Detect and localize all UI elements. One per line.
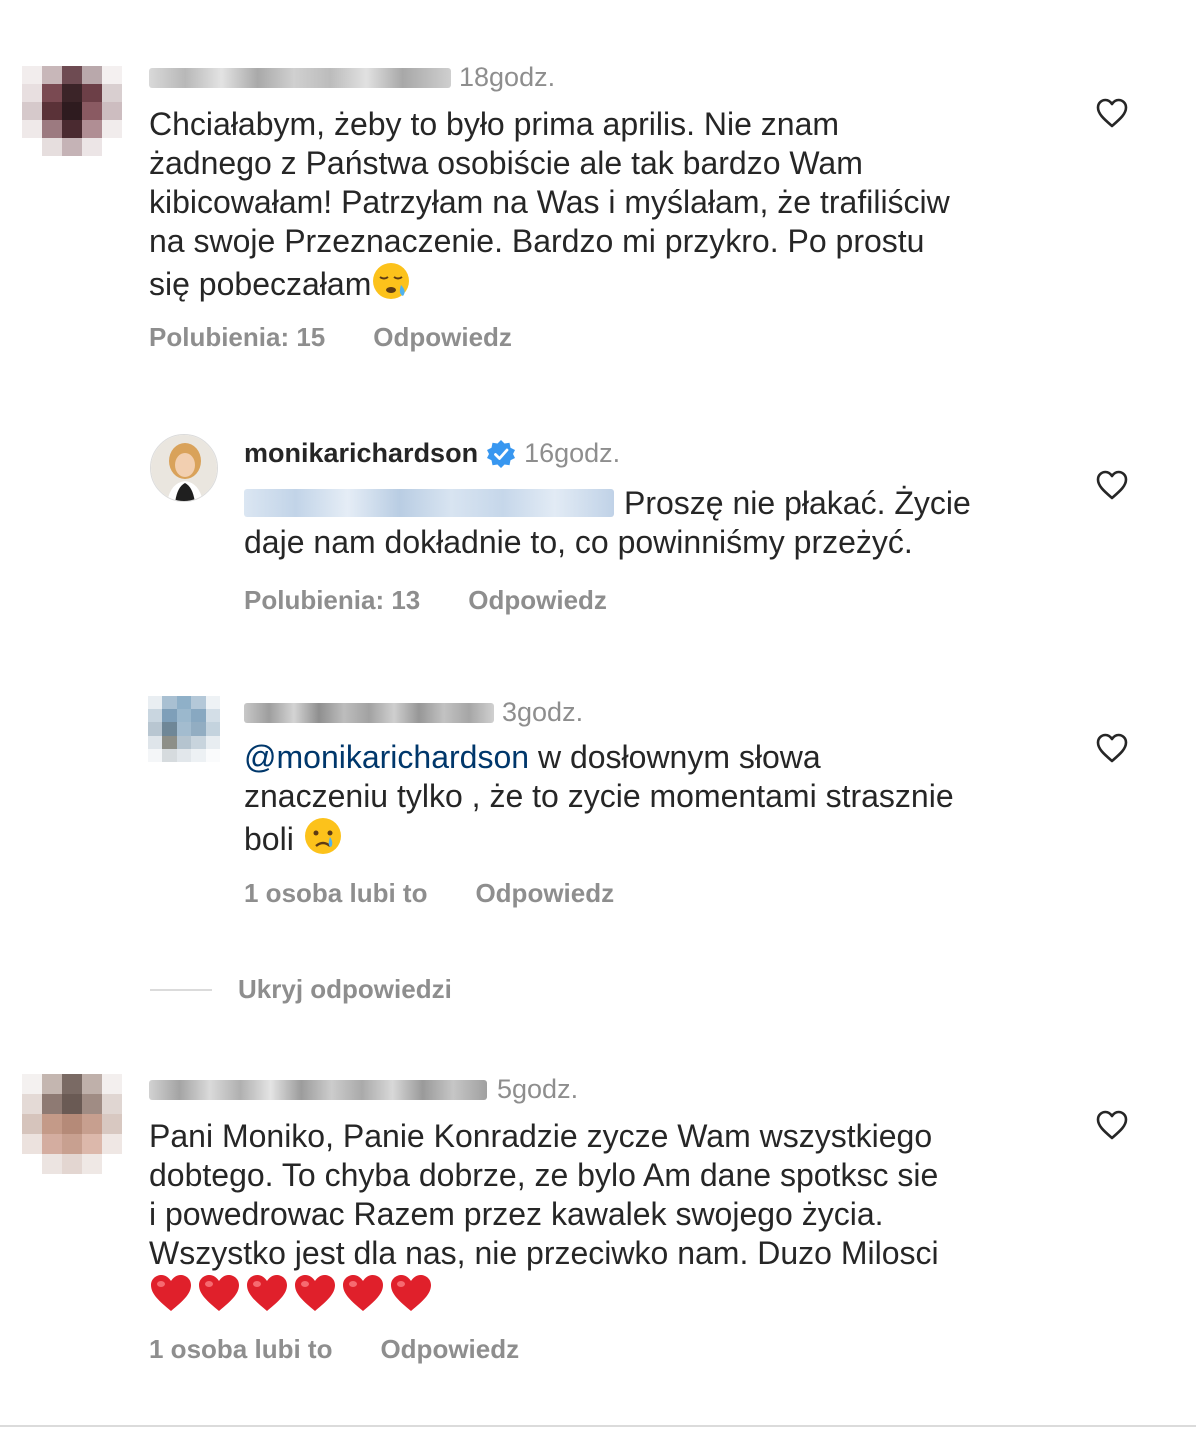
comment-actions: 1 osoba lubi to Odpowiedz [244,878,614,909]
crying-face-emoji [304,818,341,854]
comment-actions: Polubienia: 15 Odpowiedz [149,322,512,353]
avatar[interactable] [22,1074,122,1174]
username-redacted[interactable] [244,702,494,723]
avatar[interactable] [148,696,220,762]
red-heart-emoji [199,1275,239,1311]
sleepy-face-emoji [373,263,410,299]
comment-actions: 1 osoba lubi to Odpowiedz [149,1334,519,1365]
red-heart-emoji [391,1275,431,1311]
likes-count[interactable]: Polubienia: 15 [149,322,325,353]
heart-outline-icon[interactable] [1095,97,1129,129]
divider [150,988,212,991]
comment-text-content: Chciałabym, żeby to było prima aprilis. … [149,106,950,302]
comment-text-line: Proszę nie płakać. Życie [624,485,971,521]
comment-time: 5godz. [497,1074,579,1104]
username-link[interactable]: monikarichardson [244,438,478,469]
avatar[interactable] [150,434,218,502]
avatar[interactable] [22,66,122,156]
comment-actions: Polubienia: 13 Odpowiedz [244,585,607,616]
red-heart-emoji [343,1275,383,1311]
comment-text: Pani Moniko, Panie Konradzie zycze Wam w… [149,1117,1069,1316]
red-heart-emoji [295,1275,335,1311]
divider [0,1425,1196,1427]
red-heart-emoji [247,1275,287,1311]
hide-replies-label: Ukryj odpowiedzi [238,974,452,1004]
mention-link[interactable]: @monikarichardson [244,739,529,775]
comment-header: 3godz. [244,697,583,728]
verified-badge-icon [487,439,516,468]
comment-time: 18godz. [459,62,556,92]
comment-header: monikarichardson 16godz. [244,438,620,469]
comment-time: 16godz. [524,438,621,468]
comment-text-content: Pani Moniko, Panie Konradzie zycze Wam w… [149,1118,939,1271]
username-redacted[interactable] [149,1079,487,1100]
hide-replies-button[interactable]: Ukryj odpowiedzi [150,974,452,1005]
reply-button[interactable]: Odpowiedz [475,878,614,909]
heart-outline-icon[interactable] [1095,1109,1129,1141]
profile-photo [151,435,217,501]
username-redacted[interactable] [149,67,451,88]
comment-text-line: daje nam dokładnie to, co powinniśmy prz… [244,524,913,560]
likes-count[interactable]: 1 osoba lubi to [149,1334,332,1365]
heart-outline-icon[interactable] [1095,732,1129,764]
mention-redacted[interactable] [244,489,614,517]
red-heart-emoji [151,1275,191,1311]
comment-header: 5godz. [149,1074,578,1105]
likes-count[interactable]: Polubienia: 13 [244,585,420,616]
likes-count[interactable]: 1 osoba lubi to [244,878,427,909]
comment-text: @monikarichardson w dosłownym słowa znac… [244,738,1064,859]
comment-text-line: w dosłownym słowa [529,739,821,775]
reply-button[interactable]: Odpowiedz [380,1334,519,1365]
reply-button[interactable]: Odpowiedz [468,585,607,616]
comment-text: Proszę nie płakać. Życie daje nam dokład… [244,484,1064,562]
comment-time: 3godz. [502,697,584,727]
comment-header: 18godz. [149,62,555,93]
red-hearts-row [149,1275,433,1314]
comment-text-content: znaczeniu tylko , że to zycie momentami … [244,778,954,857]
reply-button[interactable]: Odpowiedz [373,322,512,353]
comment-text: Chciałabym, żeby to było prima aprilis. … [149,105,1069,304]
heart-outline-icon[interactable] [1095,469,1129,501]
